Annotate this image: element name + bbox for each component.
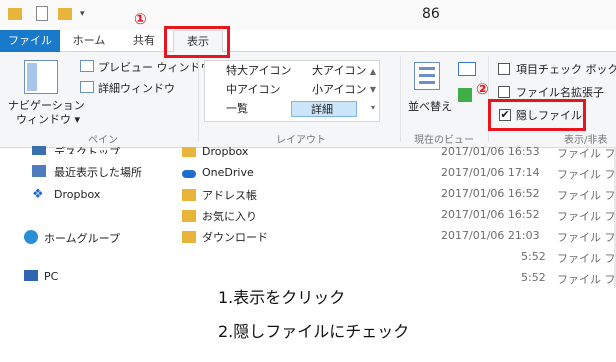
new-folder-icon[interactable] xyxy=(58,8,72,20)
contacts-folder-icon xyxy=(182,189,196,201)
file-name: OneDrive xyxy=(202,166,254,179)
hidden-files-highlight xyxy=(488,99,586,131)
sort-by-button[interactable]: 並べ替え xyxy=(408,98,452,114)
file-date: 5:52 xyxy=(521,250,546,263)
file-date: 5:52 xyxy=(521,271,546,284)
file-type: ファイル フォ xyxy=(557,147,616,160)
title-bar: ▾ 86 xyxy=(0,0,616,30)
dropbox-icon: ❖ xyxy=(32,187,44,202)
layout-small-icons[interactable]: 小アイコン xyxy=(293,82,366,98)
file-name: お気に入り xyxy=(202,210,257,223)
tab-view-highlight xyxy=(164,26,230,58)
layout-extra-large-icons[interactable]: 特大アイコン xyxy=(207,63,291,79)
file-extension-toggle[interactable] xyxy=(498,86,510,98)
group-by-icon[interactable] xyxy=(458,62,476,76)
tab-home[interactable]: ホーム xyxy=(64,30,114,52)
pc-icon xyxy=(24,270,38,281)
step1-marker: ① xyxy=(134,10,147,28)
step2-marker: ② xyxy=(476,80,489,98)
file-date: 2017/01/06 16:53 xyxy=(441,145,540,158)
nav-item-homegroup[interactable]: ホームグループ xyxy=(44,230,120,246)
file-date: 2017/01/06 16:52 xyxy=(441,187,540,200)
recent-icon xyxy=(32,165,46,177)
screenshot: ▾ 86 ファイル ホーム 共有 表示 ナビゲーション ウィンドウ ▾ プレビュ… xyxy=(0,0,616,362)
desktop-icon xyxy=(32,146,46,155)
file-type: ファイル フォ xyxy=(557,252,616,265)
details-pane-button[interactable]: 詳細ウィンドウ xyxy=(98,80,175,96)
current-view-group-label: 現在のビュー xyxy=(414,135,474,146)
navigation-pane-label-2: ウィンドウ ▾ xyxy=(16,113,81,126)
file-name: ダウンロード xyxy=(202,231,268,244)
item-checkbox-label: 項目チェック ボックス xyxy=(516,63,616,76)
file-type: ファイル フォ xyxy=(557,210,616,223)
downloads-folder-icon xyxy=(182,231,196,243)
file-type: ファイル フォ xyxy=(557,168,616,181)
preview-pane-icon xyxy=(80,60,94,72)
properties-icon[interactable] xyxy=(36,6,48,21)
file-type: ファイル フォ xyxy=(557,189,616,202)
layout-list[interactable]: 一覧 xyxy=(207,101,248,117)
homegroup-icon xyxy=(24,230,38,244)
file-name: Dropbox xyxy=(202,145,249,158)
ribbon-tab-bar: ファイル ホーム 共有 表示 xyxy=(0,30,616,53)
nav-item-pc[interactable]: PC xyxy=(44,270,58,283)
file-name: アドレス帳 xyxy=(202,189,257,202)
tab-share[interactable]: 共有 xyxy=(120,30,168,52)
window-title: 86 xyxy=(422,6,440,22)
folder-icon xyxy=(8,8,22,20)
onedrive-icon xyxy=(182,170,196,178)
dropbox-folder-icon xyxy=(182,147,196,157)
layout-group-label: レイアウト xyxy=(276,135,326,146)
file-date: 2017/01/06 21:03 xyxy=(441,229,540,242)
nav-item-recent[interactable]: 最近表示した場所 xyxy=(54,164,142,180)
tab-file[interactable]: ファイル xyxy=(0,30,60,52)
file-type: ファイル フォ xyxy=(557,273,616,286)
file-date: 2017/01/06 17:14 xyxy=(441,166,540,179)
navigation-pane-icon xyxy=(24,60,58,94)
file-type: ファイル フォ xyxy=(557,231,616,244)
layout-medium-icons[interactable]: 中アイコン xyxy=(207,82,280,98)
quick-access-dropdown-icon[interactable]: ▾ xyxy=(80,9,85,19)
layout-gallery: 特大アイコン 大アイコン 中アイコン 小アイコン 一覧 詳細 ▲ ▼ ▾ xyxy=(204,60,380,122)
details-pane-icon xyxy=(80,81,94,93)
layout-details[interactable]: 詳細 xyxy=(291,101,357,117)
nav-item-dropbox[interactable]: Dropbox xyxy=(54,188,100,201)
file-date: 2017/01/06 16:52 xyxy=(441,208,540,221)
gallery-scroll-arrows[interactable]: ▲ ▼ ▾ xyxy=(367,63,379,119)
show-hide-group-label: 表示/非表 xyxy=(564,135,608,146)
add-columns-icon[interactable] xyxy=(458,88,472,102)
preview-pane-button[interactable]: プレビュー ウィンドウ xyxy=(98,59,212,75)
layout-large-icons[interactable]: 大アイコン xyxy=(293,63,366,79)
nav-item-desktop[interactable]: デスクトップ xyxy=(54,144,120,154)
favorites-folder-icon xyxy=(182,210,196,222)
instruction-step2: 2.隠しファイルにチェック xyxy=(218,322,410,341)
sort-by-icon xyxy=(414,62,440,90)
explorer-content: デスクトップ 最近表示した場所 ❖ Dropbox ホームグループ PC Dro… xyxy=(0,145,616,288)
instruction-step1: 1.表示をクリック xyxy=(218,288,346,307)
file-extension-label: ファイル名拡張子 xyxy=(516,86,604,99)
item-checkbox-toggle[interactable] xyxy=(498,63,510,75)
